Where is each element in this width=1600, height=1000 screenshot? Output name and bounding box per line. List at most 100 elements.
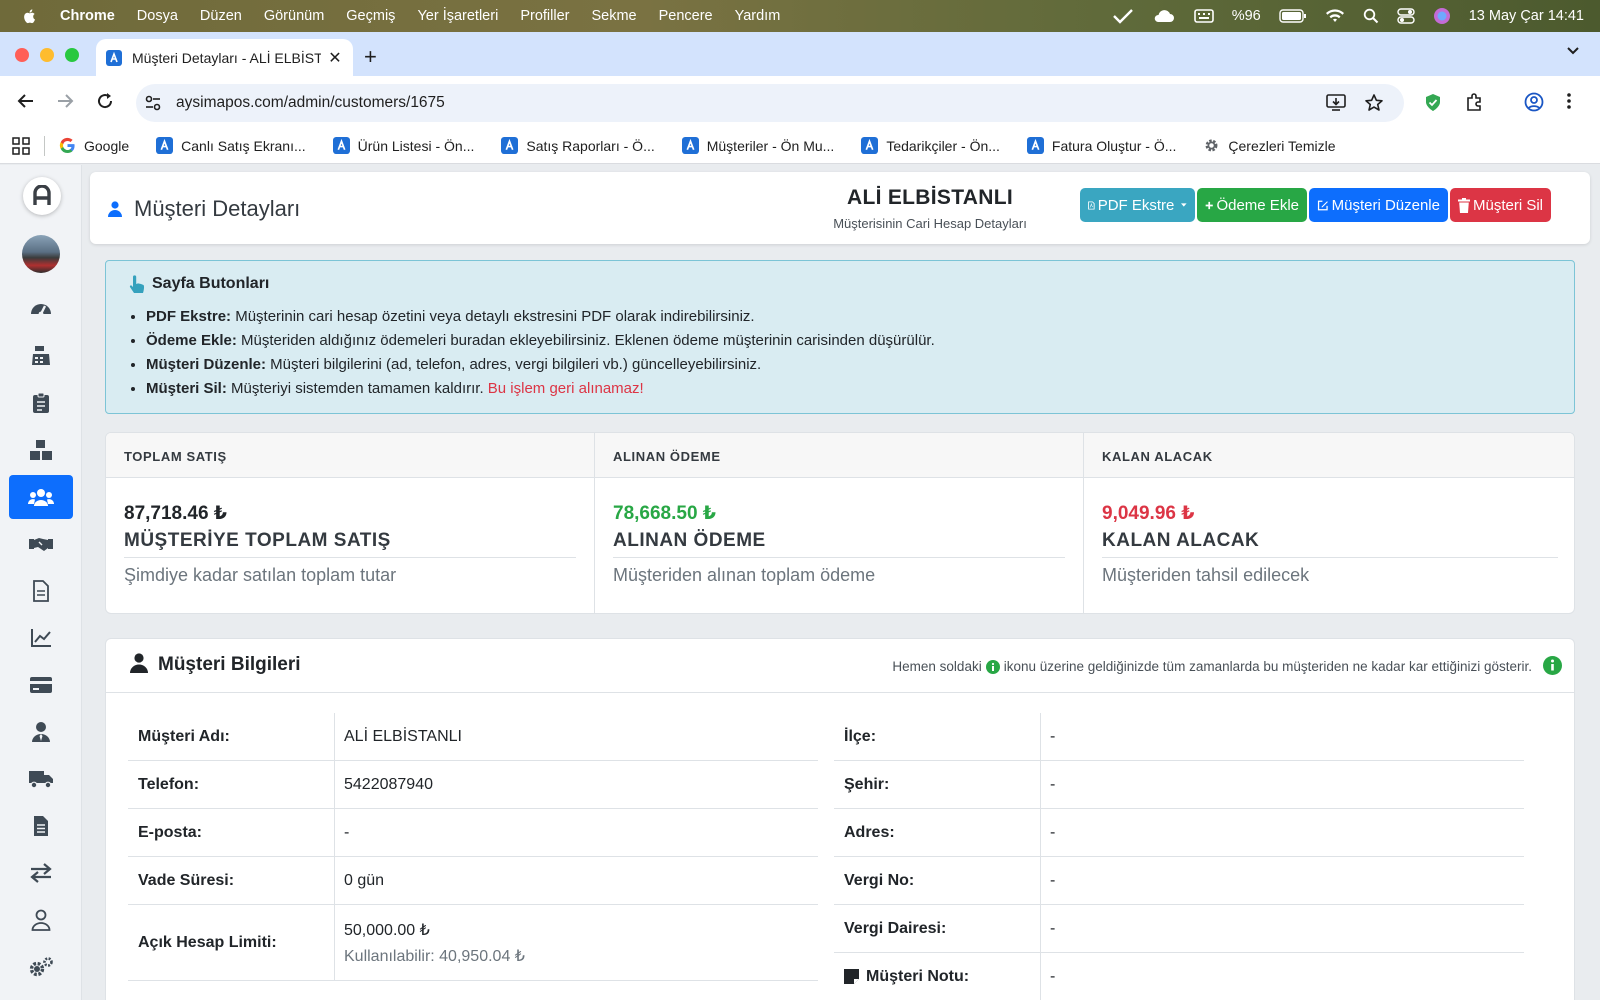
user-avatar[interactable]	[22, 235, 60, 273]
control-center-icon[interactable]	[1397, 8, 1415, 24]
trash-icon	[1458, 197, 1470, 213]
cell-divider	[1040, 857, 1041, 904]
logo-a-icon	[33, 185, 51, 205]
table-row: Telefon: 5422087940	[128, 761, 818, 809]
battery-icon[interactable]	[1279, 9, 1307, 23]
cell-divider	[1040, 713, 1041, 760]
bookmark-google[interactable]: Google	[59, 137, 129, 154]
bookmark-sales-reports[interactable]: Satış Raporları - Ö...	[501, 137, 655, 154]
truck-icon	[29, 771, 53, 789]
bookmark-create-invoice[interactable]: Fatura Oluştur - Ö...	[1026, 137, 1176, 154]
menu-file[interactable]: Dosya	[137, 8, 178, 24]
sidebar-item-customers[interactable]	[9, 475, 73, 519]
sidebar-item-stock[interactable]	[9, 428, 73, 472]
sidebar-item-reports[interactable]	[9, 616, 73, 660]
reload-icon[interactable]	[96, 92, 114, 110]
hint-text-after: ikonu üzerine geldiğinizde tüm zamanlard…	[1003, 659, 1532, 674]
apps-grid-icon[interactable]	[12, 136, 30, 155]
window-zoom-button[interactable]	[65, 48, 79, 62]
info-item-label: Ödeme Ekle:	[146, 332, 237, 349]
field-label: Adres:	[844, 824, 895, 841]
profile-avatar-icon[interactable]	[1524, 92, 1544, 112]
install-app-icon[interactable]	[1326, 94, 1346, 112]
menu-profiles[interactable]: Profiller	[520, 8, 569, 24]
pdf-statement-dropdown-button[interactable]: PDF Ekstre	[1080, 188, 1195, 222]
bookmark-product-list[interactable]: Ürün Listesi - Ön...	[332, 137, 475, 154]
cell-divider	[1040, 953, 1041, 1000]
tab-close-icon[interactable]: ✕	[327, 48, 343, 68]
stat-heading: ALINAN ÖDEME	[595, 433, 1083, 478]
field-value: 0 gün	[344, 872, 385, 889]
tab-customer-details[interactable]: Müşteri Detayları - ALİ ELBİSTANLI ✕	[96, 39, 353, 76]
sidebar-item-orders[interactable]	[9, 381, 73, 425]
address-bar[interactable]: aysimapos.com/admin/customers/1675	[136, 84, 1404, 122]
keyboard-icon[interactable]	[1193, 8, 1214, 24]
cloud-icon[interactable]	[1152, 7, 1176, 25]
bookmark-label: Ürün Listesi - Ön...	[357, 137, 475, 154]
hand-pointer-icon	[129, 275, 145, 293]
sidebar-item-pos[interactable]	[9, 334, 73, 378]
profit-info-icon[interactable]	[1543, 656, 1562, 675]
sidebar-item-suppliers[interactable]	[9, 522, 73, 566]
delete-customer-button[interactable]: Müşteri Sil	[1450, 188, 1551, 222]
speedometer-icon	[31, 304, 51, 317]
account-summary-card: TOPLAM SATIŞ 87,718.46 ₺ MÜŞTERİYE TOPLA…	[105, 432, 1575, 614]
info-item-text: Müşteri bilgilerini (ad, telefon, adres,…	[266, 356, 762, 373]
edit-customer-button[interactable]: Müşteri Düzenle	[1309, 188, 1448, 222]
menu-edit[interactable]: Düzen	[200, 8, 242, 24]
irreversible-warning: Bu işlem geri alınamaz!	[487, 380, 644, 397]
customer-info-header: Müşteri Bilgileri Hemen soldaki ikonu üz…	[106, 639, 1574, 693]
extensions-puzzle-icon[interactable]	[1465, 92, 1485, 112]
site-favicon-icon	[156, 137, 174, 154]
sidebar-item-documents[interactable]	[9, 804, 73, 848]
bookmark-customers[interactable]: Müşteriler - Ön Mu...	[681, 137, 834, 154]
menu-chrome[interactable]: Chrome	[60, 8, 115, 24]
menu-bookmarks[interactable]: Yer İşaretleri	[417, 8, 498, 24]
menu-view[interactable]: Görünüm	[264, 8, 324, 24]
sidebar-item-shipping[interactable]	[9, 757, 73, 801]
user-icon	[108, 201, 122, 217]
spotlight-search-icon[interactable]	[1363, 8, 1379, 24]
bookmark-live-sales[interactable]: Canlı Satış Ekranı...	[156, 137, 306, 154]
wifi-icon[interactable]	[1325, 8, 1345, 24]
sidebar-item-staff[interactable]	[9, 710, 73, 754]
app-sidebar	[0, 165, 82, 1000]
new-tab-button[interactable]: +	[364, 44, 377, 70]
app-logo[interactable]	[23, 177, 61, 215]
sidebar-item-profile[interactable]	[9, 898, 73, 942]
bookmark-star-icon[interactable]	[1364, 93, 1384, 113]
back-arrow-icon[interactable]	[17, 92, 35, 110]
sidebar-item-settings[interactable]	[9, 945, 73, 989]
menu-bar-clock[interactable]: 13 May Çar 14:41	[1469, 8, 1584, 24]
sidebar-item-payments[interactable]	[9, 663, 73, 707]
check-badge-icon[interactable]	[1112, 7, 1134, 25]
stat-description: Şimdiye kadar satılan toplam tutar	[124, 565, 397, 585]
add-payment-button[interactable]: Ödeme Ekle	[1197, 188, 1307, 222]
field-value: 50,000.00 ₺	[344, 922, 430, 939]
stat-description: Müşteriden alınan toplam ödeme	[613, 565, 876, 585]
menu-history[interactable]: Geçmiş	[346, 8, 395, 24]
bookmark-suppliers[interactable]: Tedarikçiler - Ön...	[861, 137, 1000, 154]
menu-help[interactable]: Yardım	[735, 8, 781, 24]
bookmark-clear-cookies[interactable]: Çerezleri Temizle	[1203, 137, 1336, 154]
sidebar-item-transfers[interactable]	[9, 851, 73, 895]
menu-tab[interactable]: Sekme	[591, 8, 636, 24]
main-content: Müşteri Detayları ALİ ELBİSTANLI Müşteri…	[90, 172, 1590, 1000]
user-tie-icon	[32, 722, 50, 742]
apple-icon[interactable]	[22, 8, 38, 24]
sidebar-item-invoices[interactable]	[9, 569, 73, 613]
forward-arrow-icon[interactable]	[56, 92, 74, 110]
edit-customer-label: Müşteri Düzenle	[1331, 196, 1440, 214]
field-label: Vergi Dairesi:	[844, 920, 947, 937]
window-minimize-button[interactable]	[40, 48, 54, 62]
field-label: Şehir:	[844, 776, 890, 793]
sidebar-item-dashboard[interactable]	[9, 287, 73, 331]
site-settings-icon[interactable]	[144, 94, 162, 112]
siri-icon[interactable]	[1433, 7, 1451, 25]
field-value: ALİ ELBİSTANLI	[344, 728, 462, 745]
browser-menu-kebab-icon[interactable]	[1566, 92, 1572, 110]
window-close-button[interactable]	[15, 48, 29, 62]
tab-search-chevron-icon[interactable]	[1566, 46, 1580, 56]
menu-window[interactable]: Pencere	[659, 8, 713, 24]
adblock-shield-icon[interactable]	[1424, 93, 1442, 113]
